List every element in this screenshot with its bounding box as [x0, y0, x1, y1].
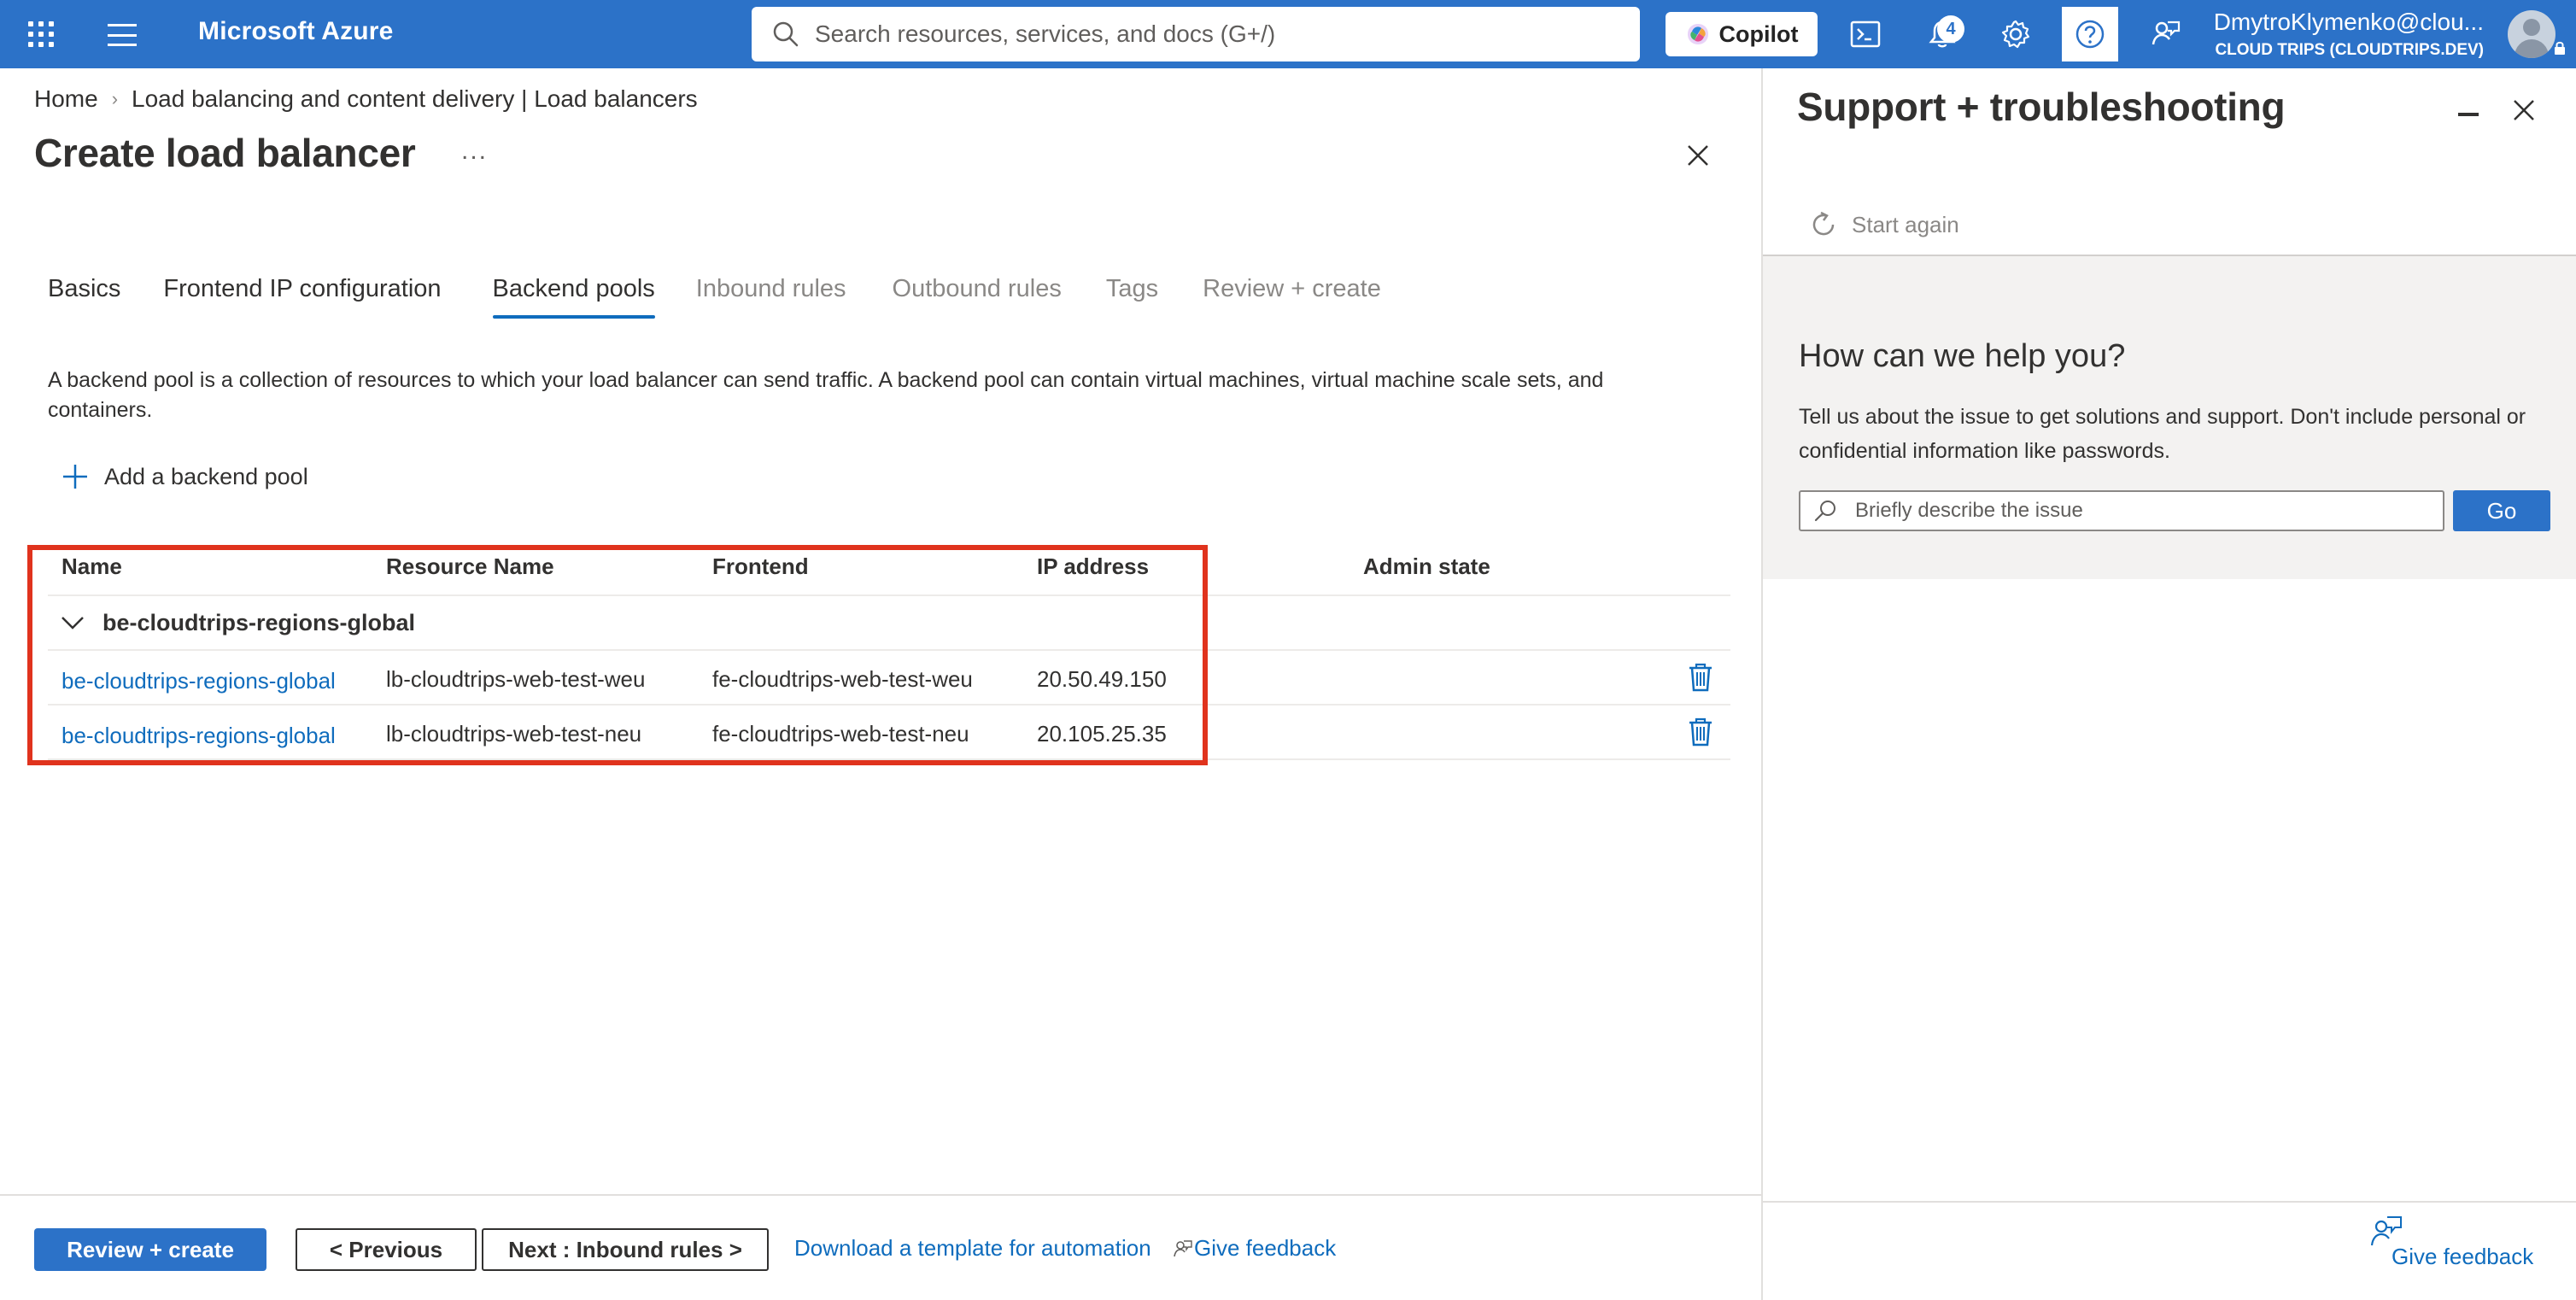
close-icon[interactable]	[1684, 142, 1712, 169]
support-troubleshooting-panel: Support + troubleshooting Start again Ho…	[1761, 68, 2576, 1300]
start-again-label: Start again	[1852, 211, 1959, 237]
review-create-button[interactable]: Review + create	[34, 1228, 266, 1271]
search-icon	[773, 21, 799, 47]
annotation-highlight-box	[27, 545, 1208, 765]
breadcrumb: Home › Load balancing and content delive…	[34, 85, 698, 113]
avatar[interactable]	[2508, 10, 2556, 58]
copilot-button[interactable]: Copilot	[1666, 12, 1818, 56]
minimize-icon[interactable]	[2458, 113, 2479, 116]
tab-tags[interactable]: Tags	[1106, 275, 1158, 319]
tab-basics[interactable]: Basics	[48, 275, 120, 319]
add-backend-pool-label: Add a backend pool	[104, 463, 308, 489]
panel-footer-divider	[1763, 1201, 2576, 1203]
portal-menu-icon[interactable]	[108, 24, 137, 46]
help-question-icon	[2075, 20, 2105, 49]
give-feedback-link[interactable]: Give feedback	[1174, 1235, 1336, 1262]
user-name: DmytroKlymenko@clou...	[2213, 9, 2484, 35]
breadcrumb-load-balancers[interactable]: Load balancing and content delivery | Lo…	[132, 85, 698, 113]
delete-trash-icon[interactable]	[1688, 663, 1713, 692]
copilot-label: Copilot	[1718, 20, 1799, 47]
download-template-link[interactable]: Download a template for automation	[794, 1235, 1151, 1262]
cloud-shell-icon[interactable]	[1845, 14, 1886, 55]
feedback-icon[interactable]	[2146, 14, 2187, 55]
give-feedback-label: Give feedback	[1194, 1235, 1337, 1261]
top-bar: Microsoft Azure Copilot 4	[0, 0, 2576, 68]
page-title: Create load balancer	[34, 131, 416, 175]
previous-button[interactable]: < Previous	[296, 1228, 477, 1271]
add-backend-pool-button[interactable]: Add a backend pool	[61, 463, 308, 490]
tab-backend-pools[interactable]: Backend pools	[492, 275, 656, 319]
app-launcher-icon[interactable]	[26, 19, 56, 50]
help-button[interactable]	[2062, 7, 2118, 61]
next-inbound-rules-button[interactable]: Next : Inbound rules >	[482, 1228, 769, 1271]
settings-gear-icon[interactable]	[1995, 14, 2036, 55]
help-section: How can we help you? Tell us about the i…	[1763, 256, 2576, 579]
column-header-admin-state[interactable]: Admin state	[1363, 553, 1490, 580]
footer-divider	[0, 1194, 1761, 1196]
account-menu[interactable]: DmytroKlymenko@clou... CLOUD TRIPS (CLOU…	[2212, 9, 2484, 60]
help-heading: How can we help you?	[1799, 338, 2126, 374]
breadcrumb-home[interactable]: Home	[34, 85, 98, 113]
refresh-icon	[1812, 211, 1835, 236]
copilot-icon	[1687, 24, 1708, 44]
backend-pool-description: A backend pool is a collection of resour…	[48, 368, 1604, 422]
delete-trash-icon[interactable]	[1688, 717, 1713, 747]
user-tenant: CLOUD TRIPS (CLOUDTRIPS.DEV)	[2215, 41, 2484, 59]
go-button[interactable]: Go	[2453, 490, 2550, 531]
panel-title: Support + troubleshooting	[1797, 85, 2286, 129]
issue-search-box[interactable]	[1799, 490, 2444, 531]
tab-review-create[interactable]: Review + create	[1203, 275, 1381, 319]
brand-name[interactable]: Microsoft Azure	[198, 17, 394, 46]
chevron-right-icon: ›	[111, 88, 119, 109]
tab-frontend-ip-configuration[interactable]: Frontend IP configuration	[163, 275, 441, 319]
wizard-tabs: Basics Frontend IP configuration Backend…	[48, 275, 1381, 319]
panel-give-feedback-link[interactable]: Give feedback	[2392, 1244, 2533, 1270]
help-text: Tell us about the issue to get solutions…	[1799, 405, 2526, 463]
feedback-person-icon	[1174, 1239, 1192, 1256]
more-options-icon[interactable]: ...	[461, 137, 488, 166]
global-search[interactable]	[752, 7, 1640, 61]
close-panel-icon[interactable]	[2511, 97, 2537, 123]
lock-icon	[2555, 41, 2565, 55]
notifications-count-badge: 4	[1937, 15, 1964, 43]
search-icon	[1814, 501, 1835, 522]
search-input[interactable]	[815, 20, 1584, 48]
tab-inbound-rules[interactable]: Inbound rules	[696, 275, 846, 319]
start-again-button[interactable]: Start again	[1809, 210, 1959, 239]
tab-outbound-rules[interactable]: Outbound rules	[893, 275, 1062, 319]
add-icon	[63, 465, 87, 489]
issue-description-input[interactable]	[1855, 499, 2419, 523]
